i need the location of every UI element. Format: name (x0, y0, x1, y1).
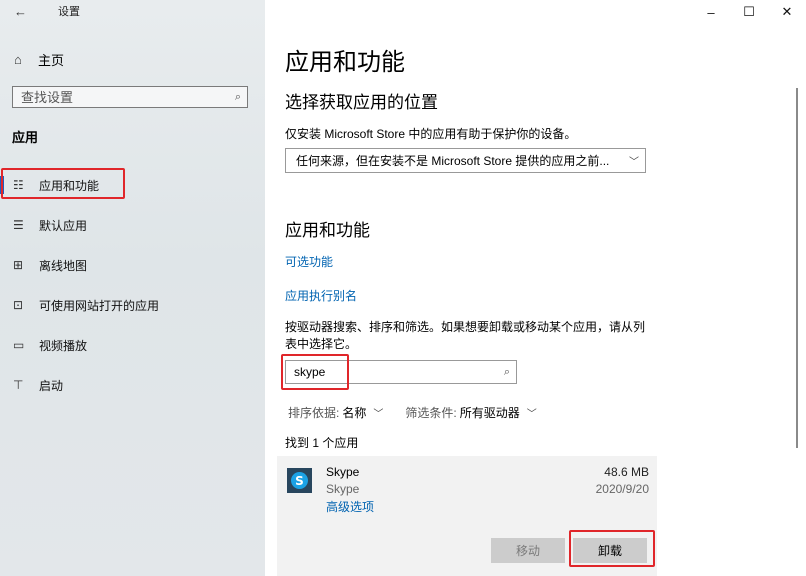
map-icon: ⊞ (13, 258, 24, 272)
found-count: 找到 1 个应用 (285, 436, 359, 450)
advanced-options-link[interactable]: 高级选项 (326, 498, 374, 515)
skype-logo-icon: S (287, 468, 312, 493)
website-app-icon: ⊡ (13, 298, 24, 312)
sidebar-item-label: 离线地图 (39, 258, 88, 273)
filter-value: 所有驱动器 (459, 406, 520, 420)
sidebar: ← 设置 ⌂ 主页 ⌕ 应用 ☷ 应用和功能 ☰ 默认应用 ⊞ 离线地图 (0, 0, 265, 576)
page-title: 应用和功能 (285, 49, 405, 76)
home-label: 主页 (38, 53, 65, 68)
location-heading: 选择获取应用的位置 (285, 93, 438, 112)
close-button[interactable]: ✕ (768, 0, 806, 24)
sidebar-item-label: 启动 (39, 378, 64, 393)
sidebar-item-apps-features[interactable]: ☷ 应用和功能 (0, 165, 265, 205)
sidebar-item-home[interactable]: ⌂ 主页 (14, 50, 64, 69)
sidebar-item-startup[interactable]: ⊤ 启动 (0, 365, 265, 405)
chevron-down-icon: ﹀ (526, 409, 537, 420)
app-search-box[interactable]: ⌕ (285, 360, 517, 384)
app-search-input[interactable] (294, 365, 484, 379)
location-description: 仅安装 Microsoft Store 中的应用有助于保护你的设备。 (285, 127, 577, 141)
sort-value: 名称 (342, 406, 367, 420)
app-size: 48.6 MB (604, 465, 649, 479)
sidebar-item-video-playback[interactable]: ▭ 视频播放 (0, 325, 265, 365)
back-arrow-icon[interactable]: ← (14, 4, 34, 19)
app-execution-alias-link[interactable]: 应用执行别名 (285, 287, 357, 304)
filter-dropdown[interactable]: 筛选条件: 所有驱动器 ﹀ (405, 404, 536, 421)
search-icon[interactable]: ⌕ (504, 366, 510, 379)
move-button[interactable]: 移动 (491, 538, 565, 563)
title-bar-left: ← 设置 (14, 3, 80, 19)
sort-filter-row: 排序依据: 名称 ﹀ 筛选条件: 所有驱动器 ﹀ (288, 404, 559, 421)
sort-label: 排序依据: (288, 406, 340, 420)
app-name: Skype (326, 465, 360, 479)
settings-search-input[interactable] (21, 89, 221, 105)
default-apps-icon: ☰ (13, 218, 24, 232)
app-source-dropdown[interactable]: 任何来源，但在安装不是 Microsoft Store 提供的应用之前... ﹀ (285, 148, 646, 173)
uninstall-button[interactable]: 卸载 (573, 538, 647, 563)
app-install-date: 2020/9/20 (595, 482, 649, 496)
maximize-button[interactable]: ☐ (730, 0, 768, 24)
sidebar-section-label: 应用 (12, 130, 39, 145)
sidebar-item-apps-for-websites[interactable]: ⊡ 可使用网站打开的应用 (0, 285, 265, 325)
window-title: 设置 (58, 6, 80, 18)
app-publisher: Skype (326, 482, 360, 496)
apps-list-icon: ☷ (13, 178, 24, 192)
dropdown-value: 任何来源，但在安装不是 Microsoft Store 提供的应用之前... (296, 154, 610, 168)
sort-dropdown[interactable]: 排序依据: 名称 ﹀ (288, 404, 383, 421)
window-controls: – ☐ ✕ (692, 0, 806, 24)
app-list-item-skype[interactable]: S Skype Skype 高级选项 48.6 MB 2020/9/20 移动 … (277, 456, 657, 576)
search-icon[interactable]: ⌕ (235, 91, 241, 104)
sidebar-item-label: 应用和功能 (39, 178, 100, 193)
home-icon: ⌂ (14, 52, 22, 67)
apps-features-heading: 应用和功能 (285, 221, 370, 240)
sidebar-item-offline-maps[interactable]: ⊞ 离线地图 (0, 245, 265, 285)
apps-search-description: 按驱动器搜索、排序和筛选。如果想要卸载或移动某个应用，请从列表中选择它。 (285, 320, 646, 351)
sidebar-item-default-apps[interactable]: ☰ 默认应用 (0, 205, 265, 245)
chevron-down-icon: ﹀ (373, 409, 384, 420)
optional-features-link[interactable]: 可选功能 (285, 253, 333, 270)
sidebar-item-label: 视频播放 (39, 338, 88, 353)
filter-label: 筛选条件: (405, 406, 457, 420)
settings-search-box[interactable]: ⌕ (12, 86, 248, 108)
scrollbar[interactable] (796, 88, 798, 448)
sidebar-nav: ☷ 应用和功能 ☰ 默认应用 ⊞ 离线地图 ⊡ 可使用网站打开的应用 ▭ 视频播… (0, 165, 265, 405)
chevron-down-icon: ﹀ (629, 157, 639, 168)
sidebar-item-label: 可使用网站打开的应用 (39, 298, 160, 313)
sidebar-item-label: 默认应用 (39, 218, 88, 233)
startup-icon: ⊤ (13, 378, 24, 392)
video-icon: ▭ (13, 338, 25, 352)
minimize-button[interactable]: – (692, 0, 730, 24)
skype-logo-letter: S (291, 472, 308, 489)
settings-window: ← 设置 ⌂ 主页 ⌕ 应用 ☷ 应用和功能 ☰ 默认应用 ⊞ 离线地图 (0, 0, 806, 576)
